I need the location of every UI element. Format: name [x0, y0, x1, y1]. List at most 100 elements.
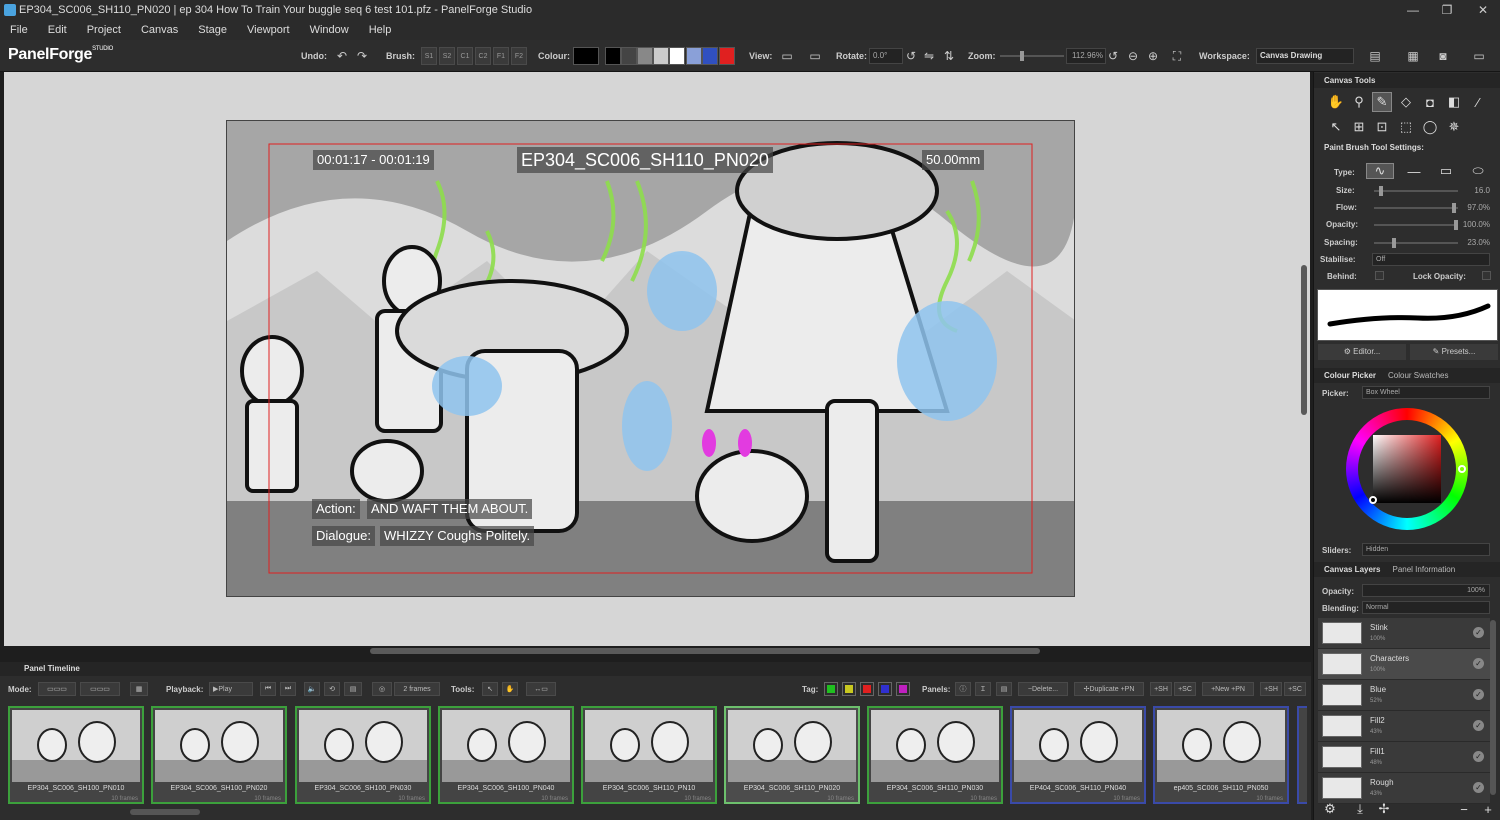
colour-swatch[interactable] [573, 47, 599, 65]
redo-icon[interactable]: ↷ [353, 47, 371, 65]
transform-tool-icon[interactable]: ⊞ [1349, 117, 1369, 137]
layer-opacity-field[interactable]: 100% [1362, 584, 1490, 597]
colour-swatch[interactable] [637, 47, 653, 65]
menu-edit[interactable]: Edit [38, 24, 77, 36]
timeline-panel[interactable]: EP304_SC006_SH110_PN030 10 frames [867, 706, 1003, 804]
menu-viewport[interactable]: Viewport [237, 24, 300, 36]
canvas-horizontal-scrollbar[interactable] [370, 648, 1040, 654]
view-mode-icon[interactable]: ▭ [778, 47, 796, 65]
workspace-layout-icon[interactable]: ▤ [1366, 47, 1384, 65]
layer-scrollbar[interactable] [1490, 620, 1496, 795]
brush-slot-s2[interactable]: S2 [439, 47, 455, 65]
undo-icon[interactable]: ↶ [333, 47, 351, 65]
ellipse-type-icon[interactable]: ⬭ [1464, 163, 1492, 179]
layer-settings-icon[interactable]: ⚙ [1320, 799, 1340, 819]
timeline-scrollbar[interactable] [130, 809, 200, 815]
timeline-panel[interactable]: EP404_SC006_SH110_PN040 10 frames [1010, 706, 1146, 804]
layer-visible-icon[interactable]: ✓ [1473, 658, 1484, 669]
timeline-panel[interactable]: EP304_SC006_SH100_PN010 10 frames [8, 706, 144, 804]
tag-color-button[interactable] [860, 682, 874, 696]
reset-rotate-icon[interactable]: ↺ [902, 47, 920, 65]
lock-opacity-checkbox[interactable] [1482, 271, 1491, 280]
brush-presets-button[interactable]: ✎ Presets... [1410, 344, 1498, 360]
timeline-panel[interactable]: EP304_SC006_SH100_PN020 10 frames [151, 706, 287, 804]
view-frame-icon[interactable]: ▭ [806, 47, 824, 65]
close-button[interactable]: ✕ [1466, 0, 1500, 19]
brush-slot-c1[interactable]: C1 [457, 47, 473, 65]
canvas-layers-tab[interactable]: Canvas Layers Panel Information [1314, 562, 1500, 577]
tag-color-button[interactable] [842, 682, 856, 696]
timeline-panel[interactable]: EP304_SC006_SH100_PN040 10 frames [438, 706, 574, 804]
window-layout-icon[interactable]: ▭ [1470, 47, 1488, 65]
mode-strip-button[interactable]: ▭▭▭ [38, 682, 76, 696]
colour-swatch[interactable] [653, 47, 669, 65]
layer-visible-icon[interactable]: ✓ [1473, 720, 1484, 731]
paint-brush-tool-icon[interactable]: ✎ [1372, 92, 1392, 112]
picker-select[interactable]: Box Wheel [1362, 386, 1490, 399]
menu-project[interactable]: Project [77, 24, 131, 36]
magic-wand-tool-icon[interactable]: ✵ [1444, 117, 1464, 137]
new-layer-move-icon[interactable]: ✢ [1374, 799, 1394, 819]
blending-select[interactable]: Normal [1362, 601, 1490, 614]
mode-table-button[interactable]: ▦ [130, 682, 148, 696]
line-type-icon[interactable]: — [1400, 163, 1428, 179]
flip-v-icon[interactable]: ⇅ [940, 47, 958, 65]
opacity-slider[interactable] [1374, 220, 1458, 230]
menu-stage[interactable]: Stage [188, 24, 237, 36]
colour-wheel[interactable] [1346, 408, 1468, 530]
layer-visible-icon[interactable]: ✓ [1473, 627, 1484, 638]
panel-script-icon[interactable]: ▤ [996, 682, 1012, 696]
brush-slot-c2[interactable]: C2 [475, 47, 491, 65]
loop-icon[interactable]: ⟲ [324, 682, 340, 696]
colour-swatch[interactable] [686, 47, 702, 65]
layer-row[interactable]: Characters 100% ✓ [1318, 649, 1490, 680]
colour-picker-tab[interactable]: Colour Picker Colour Swatches [1314, 368, 1500, 383]
colour-swatch[interactable] [719, 47, 735, 65]
layer-visible-icon[interactable]: ✓ [1473, 751, 1484, 762]
menu-file[interactable]: File [0, 24, 38, 36]
colour-swatch[interactable] [669, 47, 685, 65]
new-sh-button[interactable]: +SH [1260, 682, 1282, 696]
hand-tool-timeline-icon[interactable]: ✋ [502, 682, 518, 696]
layer-row[interactable]: Fill2 43% ✓ [1318, 711, 1490, 742]
behind-checkbox[interactable] [1375, 271, 1384, 280]
add-layer-icon[interactable]: + [1478, 799, 1498, 819]
marquee-tool-icon[interactable]: ⬚ [1396, 117, 1416, 137]
trim-tool-icon[interactable]: ↔▭ [526, 682, 556, 696]
merge-down-icon[interactable]: ⤓ [1350, 799, 1370, 819]
brush-slot-f1[interactable]: F1 [493, 47, 509, 65]
delete-panel-button[interactable]: − Delete... [1018, 682, 1068, 696]
eyedropper-tool-icon[interactable]: ⁄ [1468, 92, 1488, 112]
play-button[interactable]: ▶ Play [209, 682, 253, 696]
zoom-field[interactable]: 112.96% [1066, 48, 1106, 64]
workspace-select[interactable]: Canvas Drawing [1256, 48, 1354, 64]
rotate-field[interactable]: 0.0° [869, 48, 903, 64]
canvas-vertical-scrollbar[interactable] [1301, 265, 1307, 415]
colour-swatch[interactable] [702, 47, 718, 65]
fill-tool-icon[interactable]: ◘ [1420, 92, 1440, 112]
lasso-tool-icon[interactable]: ◯ [1420, 117, 1440, 137]
fit-view-icon[interactable]: ⛶ [1168, 47, 1186, 65]
zoom-out-icon[interactable]: ⊖ [1124, 47, 1142, 65]
sliders-select[interactable]: Hidden [1362, 543, 1490, 556]
layer-row[interactable]: Blue 52% ✓ [1318, 680, 1490, 711]
mode-grid-button[interactable]: ▭▭▭ [80, 682, 120, 696]
crop-tool-icon[interactable]: ⊡ [1372, 117, 1392, 137]
size-value[interactable]: 16.0 [1456, 186, 1490, 195]
stabilise-select[interactable]: Off [1372, 253, 1490, 266]
colour-swatch[interactable] [621, 47, 637, 65]
freehand-type-icon[interactable]: ∿ [1366, 163, 1394, 179]
pointer-tool-icon[interactable]: ↖ [482, 682, 498, 696]
rectangle-type-icon[interactable]: ▭ [1432, 163, 1460, 179]
brush-slot-s1[interactable]: S1 [421, 47, 437, 65]
onion-skin-icon[interactable]: ◎ [372, 682, 392, 696]
flow-slider[interactable] [1374, 203, 1458, 213]
layer-row[interactable]: Stink 100% ✓ [1318, 618, 1490, 649]
layer-visible-icon[interactable]: ✓ [1473, 782, 1484, 793]
panel-info-icon[interactable]: ⓘ [955, 682, 971, 696]
layer-row[interactable]: Fill1 48% ✓ [1318, 742, 1490, 773]
camera-panel-icon[interactable]: ◙ [1434, 47, 1452, 65]
panel-partial[interactable] [1297, 706, 1307, 804]
audio-track-icon[interactable]: ▤ [344, 682, 362, 696]
panel-text-icon[interactable]: Ɪ [975, 682, 991, 696]
